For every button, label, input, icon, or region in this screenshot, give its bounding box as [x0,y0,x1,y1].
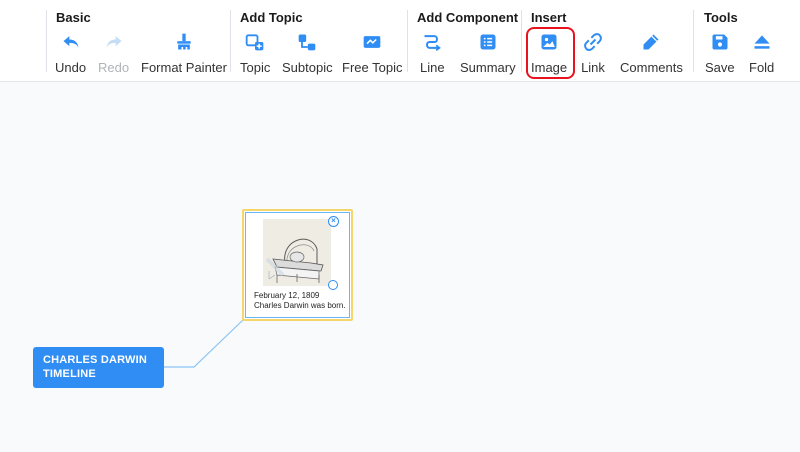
add-topic-icon [243,30,267,54]
group-title-basic: Basic [56,10,91,25]
central-topic-line1: CHARLES DARWIN [43,354,148,366]
pencil-icon [639,30,663,54]
free-topic-icon [360,30,384,54]
topic-label: Topic [240,60,271,75]
format-painter-button[interactable]: Format Painter [141,28,227,78]
topic-caption: Charles Darwin was born. [254,301,346,310]
topic-date: February 12, 1809 [254,291,320,300]
save-label: Save [705,60,735,75]
format-painter-label: Format Painter [141,60,227,75]
subtopic-button[interactable]: Subtopic [282,28,333,78]
link-button[interactable]: Link [581,28,605,78]
mindmap-canvas[interactable] [0,83,800,452]
group-title-add-component: Add Component [417,10,519,25]
topic-image[interactable] [263,219,331,286]
undo-icon [59,30,83,54]
redo-label: Redo [98,60,130,75]
image-button-highlight [526,27,575,79]
separator [407,10,408,72]
format-painter-icon [172,30,196,54]
separator [521,10,522,72]
undo-button[interactable]: Undo [55,28,86,78]
line-icon [420,30,444,54]
subtopic-icon [295,30,319,54]
add-topic-button[interactable]: Topic [240,28,270,78]
free-topic-button[interactable]: Free Topic [342,28,402,78]
comments-label: Comments [620,60,683,75]
separator [693,10,694,72]
summary-button[interactable]: Summary [460,28,516,78]
fold-label: Fold [749,60,775,75]
group-title-add-topic: Add Topic [240,10,303,25]
fold-button[interactable]: Fold [749,28,774,78]
link-icon [581,30,605,54]
comments-button[interactable]: Comments [620,28,683,78]
group-title-insert: Insert [531,10,567,25]
free-topic-label: Free Topic [342,60,403,75]
remove-image-button[interactable]: × [328,216,339,227]
resize-handle-icon[interactable] [328,280,338,290]
separator [230,10,231,72]
central-topic[interactable]: CHARLES DARWIN TIMELINE [33,347,164,388]
image-topic[interactable]: × February 12, 1809 Charles Darwin was b… [242,209,353,321]
redo-button[interactable]: Redo [98,28,129,78]
line-label: Line [420,60,445,75]
toolbar: Basic Undo Redo Format Painter Add Topic [0,0,800,82]
group-title-tools: Tools [704,10,738,25]
summary-label: Summary [460,60,516,75]
save-icon [708,30,732,54]
save-button[interactable]: Save [705,28,735,78]
line-button[interactable]: Line [420,28,445,78]
link-label: Link [581,60,605,75]
redo-icon [102,30,126,54]
separator [46,10,47,72]
summary-icon [476,30,500,54]
undo-label: Undo [55,60,87,75]
topic-text[interactable]: February 12, 1809 Charles Darwin was bor… [254,291,346,311]
eject-icon [750,30,774,54]
subtopic-label: Subtopic [282,60,333,75]
topic-selection-border: × February 12, 1809 Charles Darwin was b… [245,212,350,318]
central-topic-line2: TIMELINE [43,368,96,380]
